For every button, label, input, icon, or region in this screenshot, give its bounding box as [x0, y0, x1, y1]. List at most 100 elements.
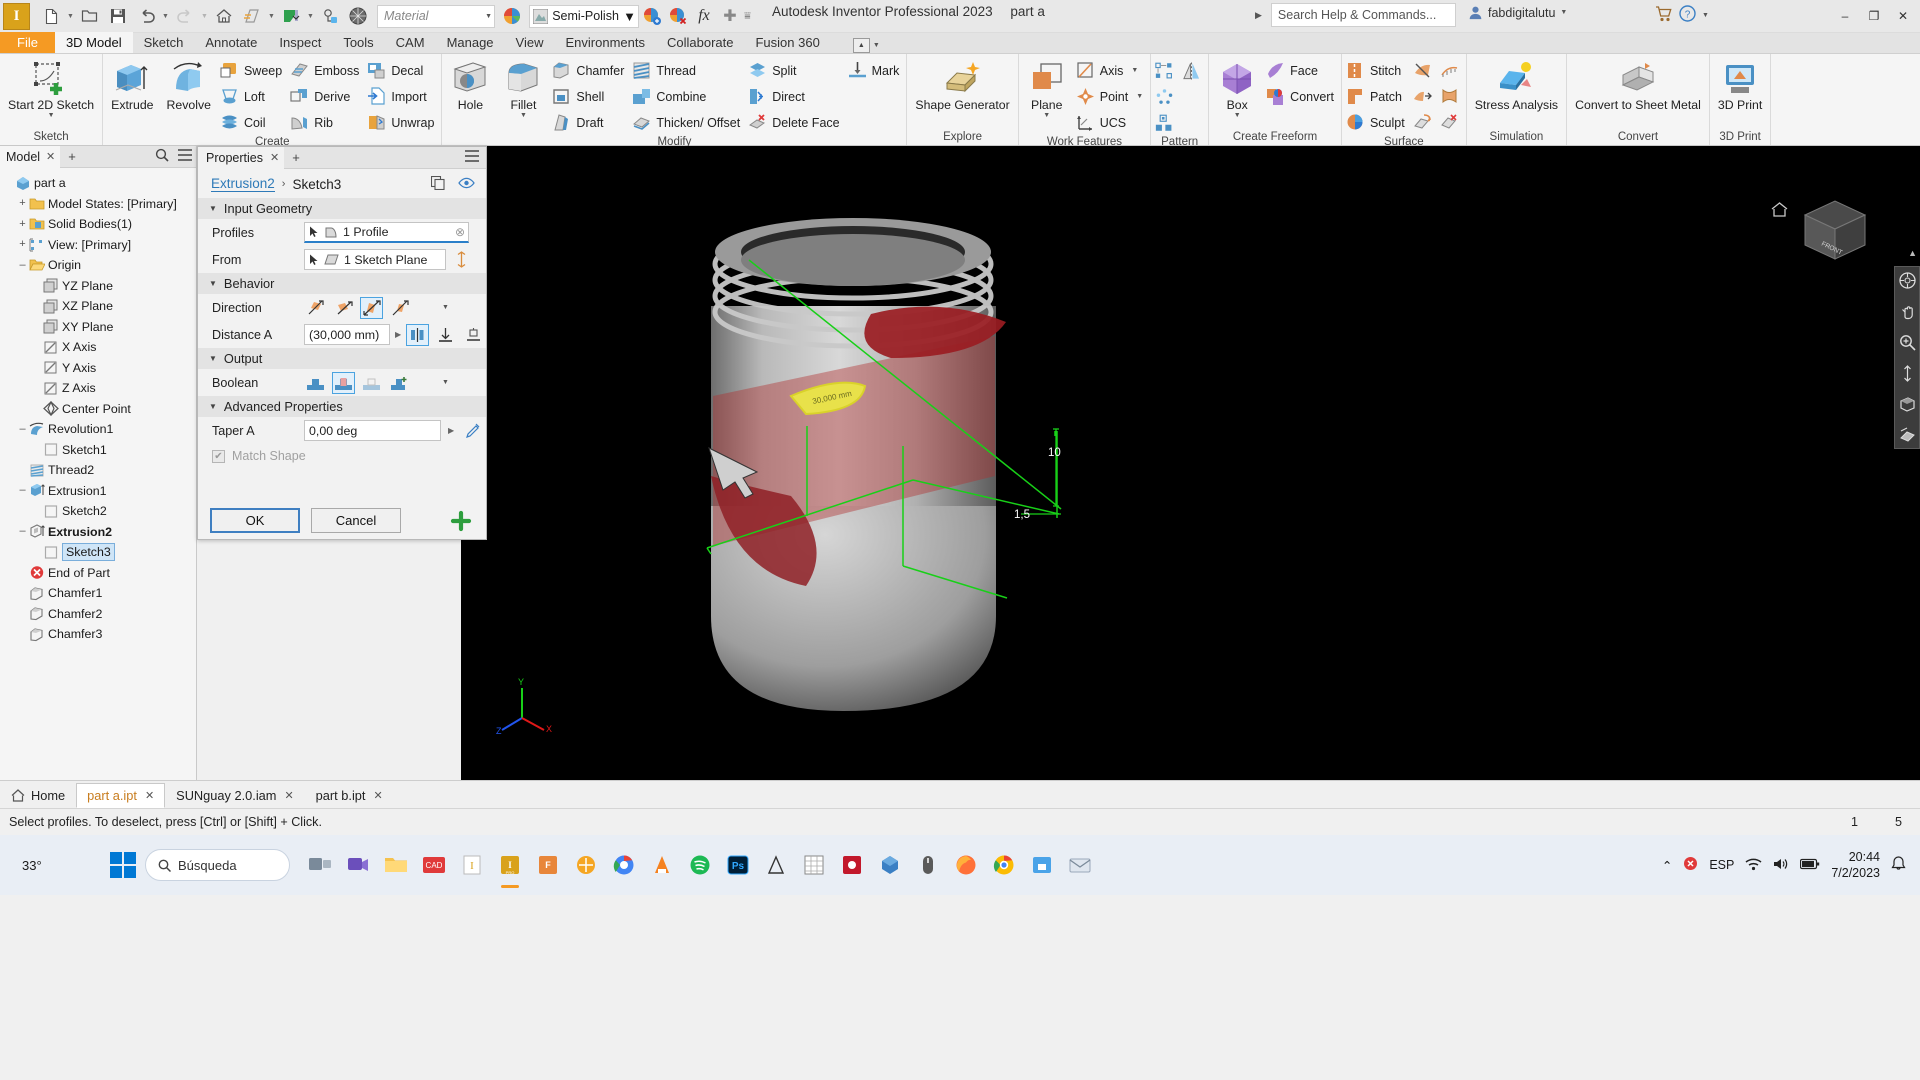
taskbar-blue-cube[interactable]: [873, 848, 907, 882]
ribbon-button-delete-face[interactable]: Delete Face: [746, 110, 844, 135]
ribbon-button-shape-generator[interactable]: Shape Generator: [909, 57, 1015, 114]
ribbon-button-split[interactable]: Split: [746, 58, 844, 83]
tree-node-view-primary-[interactable]: + View: [Primary]: [3, 235, 196, 256]
tree-node-sketch1[interactable]: Sketch1: [3, 440, 196, 461]
browser-menu-icon[interactable]: [178, 149, 192, 164]
ribbon-button-mark[interactable]: Mark: [846, 58, 905, 83]
qat-overflow-icon[interactable]: ⩸: [743, 3, 752, 29]
tab-collaborate[interactable]: Collaborate: [656, 32, 745, 53]
close-icon[interactable]: ✕: [373, 789, 382, 802]
taskbar-store[interactable]: [1025, 848, 1059, 882]
redo-icon[interactable]: [172, 3, 198, 29]
collapse-icon[interactable]: –: [17, 423, 28, 435]
orbit-icon[interactable]: [1898, 364, 1916, 382]
add-feature-icon[interactable]: [448, 509, 474, 533]
tree-node-x-axis[interactable]: X Axis: [3, 337, 196, 358]
expand-icon[interactable]: +: [17, 239, 28, 250]
boolean-cut-button[interactable]: [332, 371, 355, 394]
ribbon-button-coil[interactable]: Coil: [218, 110, 287, 135]
ribbon-button-derive[interactable]: Derive: [288, 84, 364, 109]
ribbon-button-convert-to-sheet-metal[interactable]: Convert to Sheet Metal: [1569, 57, 1707, 114]
ribbon-options-dropdown-icon[interactable]: ▼: [873, 42, 880, 49]
tree-node-chamfer3[interactable]: Chamfer3: [3, 624, 196, 645]
distance-input[interactable]: (30,000 mm): [304, 324, 390, 345]
tree-node-z-axis[interactable]: Z Axis: [3, 378, 196, 399]
tab-manage[interactable]: Manage: [436, 32, 505, 53]
ribbon-button-stress-analysis[interactable]: Stress Analysis: [1469, 57, 1564, 114]
taper-input[interactable]: 0,00 deg: [304, 420, 441, 441]
ribbon-button-fillet[interactable]: Fillet ▼: [497, 57, 549, 122]
help-icon[interactable]: ?: [1679, 5, 1696, 25]
close-button[interactable]: ✕: [1890, 6, 1916, 26]
tree-node-yz-plane[interactable]: YZ Plane: [3, 276, 196, 297]
taskbar-fusion360[interactable]: F: [531, 848, 565, 882]
doc-tab-part-b-ipt[interactable]: part b.ipt ✕: [305, 783, 394, 808]
taskbar-search[interactable]: Búsqueda: [145, 849, 290, 881]
inventor-logo-icon[interactable]: I: [3, 2, 30, 30]
appearance-add-icon[interactable]: [639, 3, 665, 29]
ribbon-button-thread[interactable]: Thread: [630, 58, 745, 83]
notifications-icon[interactable]: [1891, 856, 1906, 874]
ribbon-button-loft[interactable]: Loft: [218, 84, 287, 109]
appearance-dropdown-arrow-icon[interactable]: ▼: [623, 9, 636, 24]
dropdown-icon[interactable]: ▼: [1043, 112, 1050, 120]
ribbon-button-replace-face[interactable]: [1411, 110, 1437, 135]
material-selector[interactable]: Material ▼: [377, 4, 495, 28]
tree-node-model-states-primary-[interactable]: + Model States: [Primary]: [3, 194, 196, 215]
taskbar-slicer[interactable]: [569, 848, 603, 882]
ribbon-button-ucs[interactable]: UCS: [1074, 110, 1148, 135]
taskbar-illustrator[interactable]: [759, 848, 793, 882]
taskbar-chrome-alt[interactable]: [607, 848, 641, 882]
eye-visibility-icon[interactable]: [458, 177, 475, 192]
appearance-selector[interactable]: Semi-Polish ▼: [529, 4, 639, 28]
section-advanced-properties[interactable]: ▼ Advanced Properties: [198, 396, 486, 417]
extent-all-button[interactable]: [462, 324, 485, 346]
tab-environments[interactable]: Environments: [555, 32, 656, 53]
home-view-icon[interactable]: [211, 3, 237, 29]
extent-to-button[interactable]: [434, 324, 457, 346]
display-mode-icon[interactable]: [1898, 426, 1916, 444]
ribbon-button-box[interactable]: Box ▼: [1211, 57, 1263, 122]
ribbon-button-extend-surface[interactable]: [1411, 84, 1437, 109]
section-behavior[interactable]: ▼ Behavior: [198, 273, 486, 294]
select-filter-icon[interactable]: [278, 3, 304, 29]
profiles-field[interactable]: 1 Profile ⊗: [304, 222, 469, 243]
ribbon-button-delete-face-surface[interactable]: [1438, 110, 1464, 135]
user-account[interactable]: fabdigitalutu ▼: [1468, 5, 1567, 20]
tree-node-extrusion1[interactable]: – Extrusion1: [3, 481, 196, 502]
direction-more-icon[interactable]: ▼: [442, 304, 449, 311]
tab-fusion-360[interactable]: Fusion 360: [744, 32, 830, 53]
ribbon-button-direct[interactable]: Direct: [746, 84, 844, 109]
tree-node-center-point[interactable]: Center Point: [3, 399, 196, 420]
collapse-icon[interactable]: –: [17, 259, 28, 271]
tree-node-xy-plane[interactable]: XY Plane: [3, 317, 196, 338]
ribbon-button-convert[interactable]: Convert: [1264, 84, 1339, 109]
ribbon-button-chamfer[interactable]: Chamfer: [550, 58, 629, 83]
tree-node-solid-bodies-1-[interactable]: + Solid Bodies(1): [3, 214, 196, 235]
look-at-icon[interactable]: [1898, 395, 1916, 413]
ribbon-button-trim-surface[interactable]: [1411, 58, 1437, 83]
ribbon-button-combine[interactable]: Combine: [630, 84, 745, 109]
viewport-collapse-icon[interactable]: ▲: [1908, 248, 1917, 258]
material-spheres-icon[interactable]: [345, 3, 371, 29]
zoom-icon[interactable]: [1898, 333, 1916, 351]
expand-icon[interactable]: +: [17, 198, 28, 209]
taskbar-vlc[interactable]: [645, 848, 679, 882]
add-properties-tab-icon[interactable]: +: [284, 150, 308, 165]
ribbon-button-sweep[interactable]: Sweep: [218, 58, 287, 83]
tree-node-sketch2[interactable]: Sketch2: [3, 501, 196, 522]
add-browser-tab-icon[interactable]: +: [60, 149, 84, 164]
new-file-icon[interactable]: [38, 3, 64, 29]
tree-node-thread2[interactable]: Thread2: [3, 460, 196, 481]
search-icon[interactable]: [155, 148, 169, 165]
ribbon-button-revolve[interactable]: Revolve: [161, 57, 217, 114]
boolean-intersect-button[interactable]: [360, 372, 383, 394]
material-browser-icon[interactable]: [499, 3, 525, 29]
tab-file[interactable]: File: [0, 32, 55, 53]
direction-flipped-button[interactable]: [332, 297, 355, 319]
ribbon-button-boundary-patch[interactable]: [1438, 84, 1464, 109]
tree-node-extrusion2[interactable]: – Extrusion2: [3, 522, 196, 543]
taskbar-firefox[interactable]: [949, 848, 983, 882]
home-view-icon[interactable]: [1771, 201, 1788, 218]
direction-default-button[interactable]: [304, 297, 327, 319]
